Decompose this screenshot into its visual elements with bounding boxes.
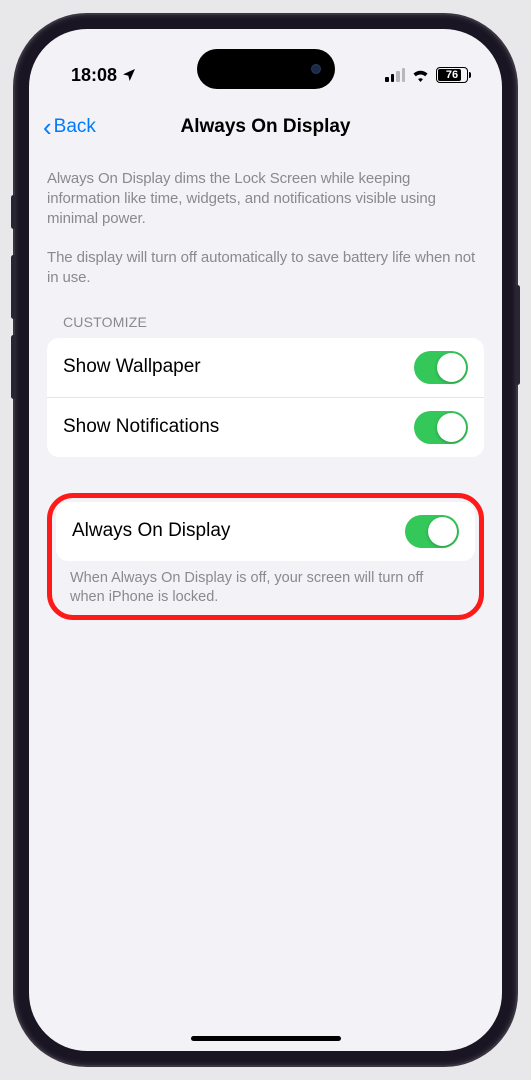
customize-group: Show Wallpaper Show Notifications (47, 338, 484, 457)
screen: 18:08 76 ‹ Back Always On Dis (29, 29, 502, 1051)
power-button (515, 285, 520, 385)
battery-icon: 76 (436, 67, 468, 83)
row-label: Show Notifications (63, 416, 219, 438)
intro-text-2: The display will turn off automatically … (47, 248, 484, 288)
aod-footer: When Always On Display is off, your scre… (56, 561, 475, 607)
row-show-wallpaper[interactable]: Show Wallpaper (47, 338, 484, 398)
toggle-always-on-display[interactable] (405, 515, 459, 548)
nav-bar: ‹ Back Always On Display (29, 103, 502, 151)
intro-text-1: Always On Display dims the Lock Screen w… (47, 169, 484, 228)
row-label: Show Wallpaper (63, 356, 201, 378)
home-indicator[interactable] (191, 1036, 341, 1041)
back-button[interactable]: ‹ Back (43, 114, 96, 140)
mute-switch (11, 195, 16, 229)
location-icon (121, 67, 137, 83)
wifi-icon (411, 68, 430, 82)
toggle-show-wallpaper[interactable] (414, 351, 468, 384)
volume-down-button (11, 335, 16, 399)
toggle-show-notifications[interactable] (414, 411, 468, 444)
row-always-on-display[interactable]: Always On Display (56, 502, 475, 561)
section-header-customize: CUSTOMIZE (47, 314, 484, 330)
back-label: Back (54, 116, 96, 138)
dynamic-island (197, 49, 335, 89)
volume-up-button (11, 255, 16, 319)
status-time: 18:08 (71, 65, 117, 86)
camera-dot (311, 64, 321, 74)
phone-frame: 18:08 76 ‹ Back Always On Dis (15, 15, 516, 1065)
chevron-left-icon: ‹ (43, 114, 52, 140)
page-title: Always On Display (29, 116, 502, 138)
row-show-notifications[interactable]: Show Notifications (47, 398, 484, 457)
cell-signal-icon (385, 68, 405, 82)
battery-percent: 76 (446, 69, 458, 81)
aod-group: Always On Display (56, 502, 475, 561)
row-label: Always On Display (72, 520, 230, 542)
highlight-annotation: Always On Display When Always On Display… (47, 493, 484, 620)
